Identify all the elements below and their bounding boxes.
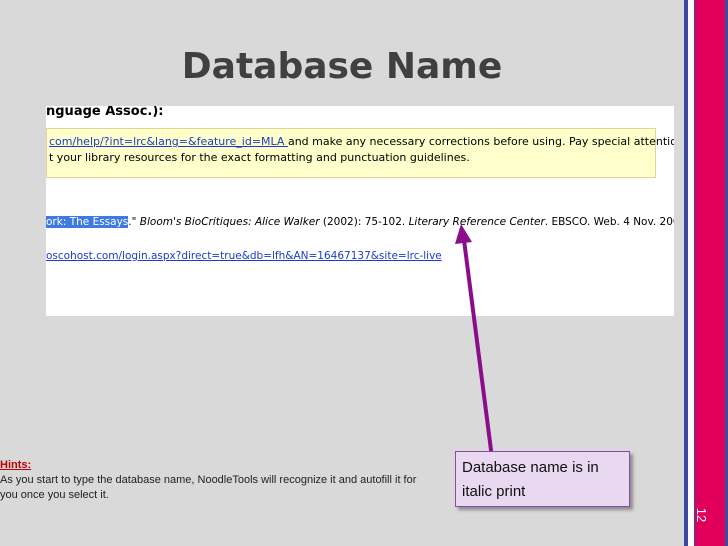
citation-line: ork: The Essays." Bloom's BioCritiques: …	[46, 216, 674, 228]
slide-title: Database Name	[181, 46, 503, 87]
hints-title: Hints:	[0, 459, 32, 471]
embedded-screenshot: nguage Assoc.): com/help/?int=lrc&lang=&…	[46, 106, 674, 316]
citation-source: Bloom's BioCritiques: Alice Walker	[139, 216, 320, 228]
citation-part-3: . EBSCO. Web. 4 Nov. 2009.	[544, 216, 674, 228]
slide-side-accent	[695, 0, 725, 546]
notice-line-2: t your library resources for the exact f…	[49, 151, 470, 164]
callout-text: Database name is in italic print	[462, 459, 599, 500]
notice-box: com/help/?int=lrc&lang=&feature_id=MLA a…	[46, 128, 674, 178]
citation-part-2: (2002): 75-102.	[319, 216, 409, 228]
mla-help-link[interactable]: com/help/?int=lrc&lang=&feature_id=MLA	[49, 135, 288, 148]
citation-part-1: ."	[128, 216, 140, 228]
notice-text-2: t your library resources for the exact f…	[49, 151, 470, 164]
hints-block: Hints: As you start to type the database…	[0, 458, 420, 503]
citation-database: Literary Reference Center	[408, 216, 545, 228]
citation-highlight[interactable]: ork: The Essays	[46, 216, 129, 228]
notice-text-1: and make any necessary corrections befor…	[287, 135, 674, 148]
hints-text: As you start to type the database name, …	[0, 474, 417, 501]
notice-line-1: com/help/?int=lrc&lang=&feature_id=MLA a…	[49, 135, 674, 148]
slide-page-number: 12	[694, 507, 709, 523]
callout-box: Database name is in italic print	[455, 451, 630, 507]
screenshot-heading: nguage Assoc.):	[46, 106, 164, 119]
citation-url-link[interactable]: oscohost.com/login.aspx?direct=true&db=l…	[46, 250, 442, 262]
slide-side-stripe	[688, 0, 694, 546]
